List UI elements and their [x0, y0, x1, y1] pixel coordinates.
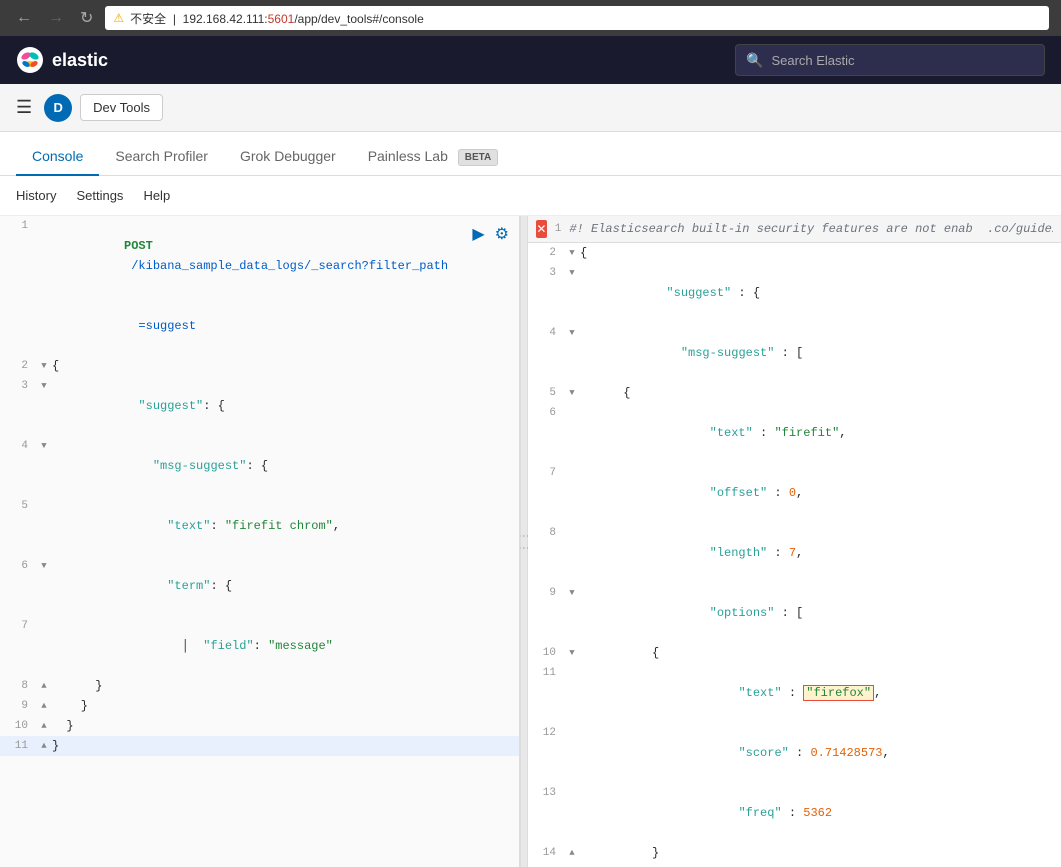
output-line-12: 12 "score" : 0.71428573,	[528, 723, 1061, 783]
tools-button[interactable]: ⚙	[493, 222, 511, 246]
toolbar: ☰ D Dev Tools	[0, 84, 1061, 132]
editor-line-3: 3 ▼ "suggest": {	[0, 376, 519, 436]
sub-nav: History Settings Help	[0, 176, 1061, 216]
back-button[interactable]: ←	[12, 7, 36, 29]
search-icon: 🔍	[746, 52, 763, 69]
avatar[interactable]: D	[44, 94, 72, 122]
run-button[interactable]: ▶	[470, 222, 486, 246]
editor-line-9: 9 ▲ }	[0, 696, 519, 716]
output-line-15: 15 ▲ ]	[528, 863, 1061, 867]
output-line-10: 10 ▼ {	[528, 643, 1061, 663]
output-line-4: 4 ▼ "msg-suggest" : [	[528, 323, 1061, 383]
output-line-3: 3 ▼ "suggest" : {	[528, 263, 1061, 323]
http-path: /kibana_sample_data_logs/_search?filter_…	[124, 259, 448, 273]
output-line-5: 5 ▼ {	[528, 383, 1061, 403]
panel-divider[interactable]: ⋮⋮	[520, 216, 528, 867]
tab-console[interactable]: Console	[16, 138, 99, 176]
subnav-settings[interactable]: Settings	[76, 184, 123, 207]
editor-code-area[interactable]: 1 POST /kibana_sample_data_logs/_search?…	[0, 216, 519, 867]
output-panel: ✕ 1 #! Elasticsearch built-in security f…	[528, 216, 1061, 867]
http-method: POST	[124, 239, 153, 253]
editor-line-2: 2 ▼ {	[0, 356, 519, 376]
output-line-2: 2 ▼ {	[528, 243, 1061, 263]
output-line-14: 14 ▲ }	[528, 843, 1061, 863]
subnav-history[interactable]: History	[16, 184, 56, 207]
output-line-11: 11 "text" : "firefox",	[528, 663, 1061, 723]
browser-chrome: ← → ↻ ⚠ 不安全 | 192.168.42.111:5601/app/de…	[0, 0, 1061, 36]
firefox-highlight: "firefox"	[803, 685, 874, 701]
output-line-8: 8 "length" : 7,	[528, 523, 1061, 583]
output-line-13: 13 "freq" : 5362	[528, 783, 1061, 843]
output-line-num: 1	[555, 223, 562, 235]
output-header: ✕ 1 #! Elasticsearch built-in security f…	[528, 216, 1061, 243]
output-line-7: 7 "offset" : 0,	[528, 463, 1061, 523]
editor-panel: 1 POST /kibana_sample_data_logs/_search?…	[0, 216, 520, 867]
logo-text: elastic	[52, 50, 108, 71]
reload-button[interactable]: ↻	[76, 6, 97, 30]
output-line-9: 9 ▼ "options" : [	[528, 583, 1061, 643]
editor-line-1b: =suggest	[0, 296, 519, 356]
address-bar[interactable]: ⚠ 不安全 | 192.168.42.111:5601/app/dev_tool…	[105, 6, 1049, 30]
editor-line-1: 1 POST /kibana_sample_data_logs/_search?…	[0, 216, 519, 296]
hamburger-button[interactable]: ☰	[12, 93, 36, 122]
editor-line-7: 7 │ "field": "message"	[0, 616, 519, 676]
editor-line-6: 6 ▼ "term": {	[0, 556, 519, 616]
editor-line-5: 5 "text": "firefit chrom",	[0, 496, 519, 556]
search-bar[interactable]: 🔍 Search Elastic	[735, 44, 1045, 76]
security-warning-icon: ⚠	[113, 11, 124, 25]
search-placeholder: Search Elastic	[771, 53, 854, 68]
tab-grok-debugger[interactable]: Grok Debugger	[224, 138, 352, 176]
kibana-header: elastic 🔍 Search Elastic	[0, 36, 1061, 84]
dev-tools-button[interactable]: Dev Tools	[80, 94, 163, 121]
editor-line-10: 10 ▲ }	[0, 716, 519, 736]
output-code-area[interactable]: 2 ▼ { 3 ▼ "suggest" : { 4 ▼ "msg-suggest…	[528, 243, 1061, 867]
subnav-help[interactable]: Help	[143, 184, 170, 207]
warning-banner: #! Elasticsearch built-in security featu…	[569, 222, 1053, 236]
editor-actions: ▶ ⚙	[470, 222, 511, 246]
tab-painless-lab[interactable]: Painless Lab BETA	[352, 138, 515, 176]
beta-badge: BETA	[458, 149, 498, 166]
main-content: 1 POST /kibana_sample_data_logs/_search?…	[0, 216, 1061, 867]
editor-line-4: 4 ▼ "msg-suggest": {	[0, 436, 519, 496]
close-output-button[interactable]: ✕	[536, 220, 547, 238]
output-line-6: 6 "text" : "firefit",	[528, 403, 1061, 463]
address-text: 不安全 | 192.168.42.111:5601/app/dev_tools#…	[130, 10, 424, 27]
editor-line-8: 8 ▲ }	[0, 676, 519, 696]
tab-search-profiler[interactable]: Search Profiler	[99, 138, 224, 176]
editor-line-11: 11 ▲ }	[0, 736, 519, 756]
tab-bar: Console Search Profiler Grok Debugger Pa…	[0, 132, 1061, 176]
elastic-logo[interactable]: elastic	[16, 46, 108, 74]
forward-button[interactable]: →	[44, 7, 68, 29]
